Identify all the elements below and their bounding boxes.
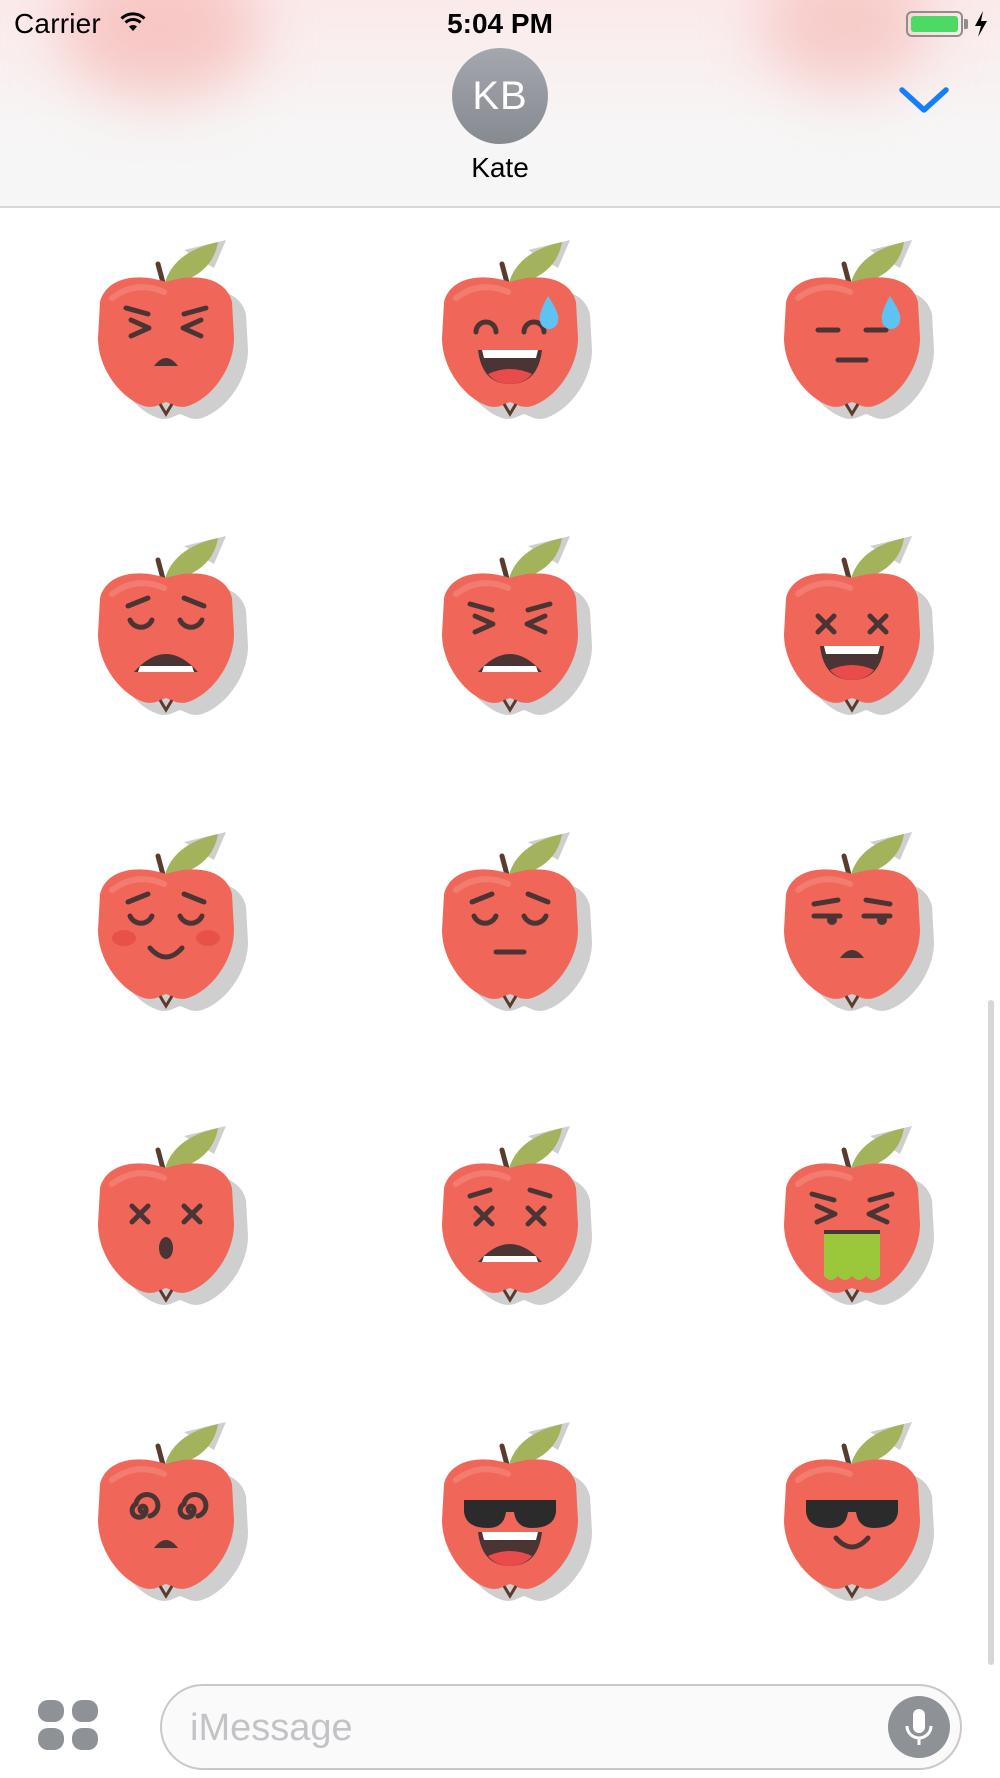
sticker-apple-sunglasses-smile[interactable]	[740, 1408, 940, 1618]
sticker-apple-tired-face[interactable]	[398, 522, 598, 732]
contact-name[interactable]: Kate	[0, 152, 1000, 184]
status-bar: Carrier 5:04 PM	[0, 0, 1000, 48]
battery-cap	[964, 19, 968, 29]
battery-icon	[906, 11, 963, 37]
conversation-header: Carrier 5:04 PM KB Kate	[0, 0, 1000, 208]
charging-bolt-icon	[975, 11, 987, 37]
sticker-apple-weary[interactable]	[54, 522, 254, 732]
chevron-down-icon[interactable]	[896, 80, 952, 120]
sticker-apple-dizzy-surprised[interactable]	[54, 1112, 254, 1322]
compose-bar	[0, 1668, 1000, 1778]
sticker-grid	[0, 212, 1000, 1642]
sticker-apple-sweat-laugh[interactable]	[398, 226, 598, 436]
sticker-apple-x-eyes-frown[interactable]	[398, 1112, 598, 1322]
status-time: 5:04 PM	[447, 8, 553, 39]
message-input[interactable]	[190, 1706, 850, 1750]
dictation-button[interactable]	[888, 1696, 950, 1758]
sticker-apple-x-eyes-laugh[interactable]	[740, 522, 940, 732]
app-drawer-button[interactable]	[38, 1700, 100, 1750]
sticker-apple-sweat-neutral[interactable]	[740, 226, 940, 436]
sticker-apple-sunglasses-laugh[interactable]	[398, 1408, 598, 1618]
sticker-apple-squinting-frown[interactable]	[54, 226, 254, 436]
sticker-apple-blushing-smile[interactable]	[54, 818, 254, 1028]
microphone-icon	[905, 1709, 933, 1745]
scrollbar[interactable]	[988, 1000, 994, 1665]
sticker-apple-unamused[interactable]	[740, 818, 940, 1028]
contact-avatar[interactable]: KB	[452, 48, 548, 144]
sticker-apple-vomiting[interactable]	[740, 1112, 940, 1322]
sticker-apple-pensive[interactable]	[398, 818, 598, 1028]
sticker-apple-spiral-eyes[interactable]	[54, 1408, 254, 1618]
message-field[interactable]	[160, 1684, 962, 1770]
